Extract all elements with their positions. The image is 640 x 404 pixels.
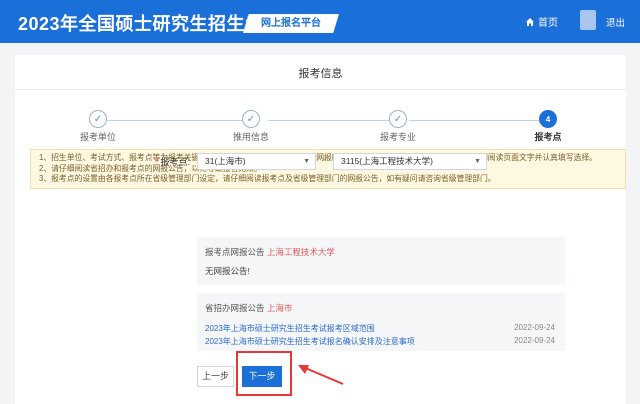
step-3-check-icon: ✓ xyxy=(389,110,407,128)
chevron-down-icon: ▼ xyxy=(474,158,481,165)
step-connector xyxy=(107,120,246,121)
main-card: 报考信息 ✓ ✓ ✓ 4 报考单位 推用信息 报考专业 报考点 1、招生单位、考… xyxy=(15,55,626,404)
pointer-arrow-icon xyxy=(298,365,344,385)
point-announcement-heading: 报考点网报公告 上海工程技术大学 xyxy=(205,246,335,258)
notice-line-3: 3、报考点的设置由各报考点所在省级管理部门设定，请仔细阅读报考点及省级管理部门的… xyxy=(39,174,496,183)
step-4-label: 报考点 xyxy=(534,132,562,142)
notice-box: 1、招生单位、考试方式、报考点等为报考关键信息，在提交信息后不允许修改，网报时间… xyxy=(30,149,626,189)
home-link[interactable]: 首页 xyxy=(525,14,558,29)
step-4-number: 4 xyxy=(539,110,557,128)
announcement-date: 2022-09-24 xyxy=(514,323,555,332)
exam-point-select[interactable]: 3115(上海工程技术大学) ▼ xyxy=(333,153,487,170)
province-announcement-heading: 省招办网报公告 上海市 xyxy=(205,302,292,314)
exam-point-select-value: 3115(上海工程技术大学) xyxy=(341,156,433,166)
select-separator: - xyxy=(323,154,326,164)
home-label: 首页 xyxy=(538,18,558,29)
point-announcement-school: 上海工程技术大学 xyxy=(266,247,335,257)
chevron-down-icon: ▼ xyxy=(303,158,310,165)
notice-line-2: 2、请仔细阅读省招办和报考点的网报公告，以免导致报名无效。 xyxy=(39,163,262,173)
step-2-label: 推用信息 xyxy=(232,132,270,142)
announcement-link[interactable]: 2023年上海市硕士研究生招生考试报考区域范围 xyxy=(205,324,375,333)
required-mark: * xyxy=(155,157,159,167)
title-divider xyxy=(15,89,626,90)
logout-link[interactable]: 退出 xyxy=(606,15,625,29)
point-announcement-body: 无网报公告! xyxy=(205,266,250,276)
point-announcement-panel: 报考点网报公告 上海工程技术大学 无网报公告! xyxy=(197,237,565,285)
announcement-date: 2022-09-24 xyxy=(514,336,555,345)
announcement-item[interactable]: 2023年上海市硕士研究生招生考试报考区域范围 2022-09-24 xyxy=(205,323,555,334)
point-announcement-title: 报考点网报公告 xyxy=(205,247,265,257)
province-announcement-panel: 省招办网报公告 上海市 2023年上海市硕士研究生招生考试报考区域范围 2022… xyxy=(197,293,565,351)
top-header: 2023年全国硕士研究生招生考试 网上报名平台 首页 退出 xyxy=(0,0,640,43)
exam-point-label-text: 报考点: xyxy=(160,157,191,167)
highlight-box xyxy=(236,351,292,396)
notice-line-1: 1、招生单位、考试方式、报考点等为报考关键信息，在提交信息后不允许修改，网报时间… xyxy=(39,153,597,162)
exam-point-label: * 报考点: xyxy=(155,155,190,168)
page-title: 报考信息 xyxy=(298,68,343,80)
step-1-check-icon: ✓ xyxy=(89,110,107,128)
platform-badge: 网上报名平台 xyxy=(243,14,339,33)
step-1-label: 报考单位 xyxy=(79,132,117,142)
prev-step-button[interactable]: 上一步 xyxy=(197,366,234,387)
step-3-label: 报考专业 xyxy=(379,132,417,142)
province-select-value: 31(上海市) xyxy=(205,156,246,166)
step-2-check-icon: ✓ xyxy=(242,110,260,128)
home-icon xyxy=(526,17,534,26)
site-title: 2023年全国硕士研究生招生考试 xyxy=(18,14,283,34)
announcement-link[interactable]: 2023年上海市硕士研究生招生考试报名确认安排及注意事项 xyxy=(205,337,415,346)
avatar[interactable] xyxy=(580,10,596,30)
province-select[interactable]: 31(上海市) ▼ xyxy=(197,153,316,170)
announcement-item[interactable]: 2023年上海市硕士研究生招生考试报名确认安排及注意事项 2022-09-24 xyxy=(205,336,555,347)
step-connector xyxy=(409,120,539,121)
province-announcement-province: 上海市 xyxy=(266,303,293,313)
step-connector xyxy=(268,120,398,121)
province-announcement-title: 省招办网报公告 xyxy=(205,303,265,313)
